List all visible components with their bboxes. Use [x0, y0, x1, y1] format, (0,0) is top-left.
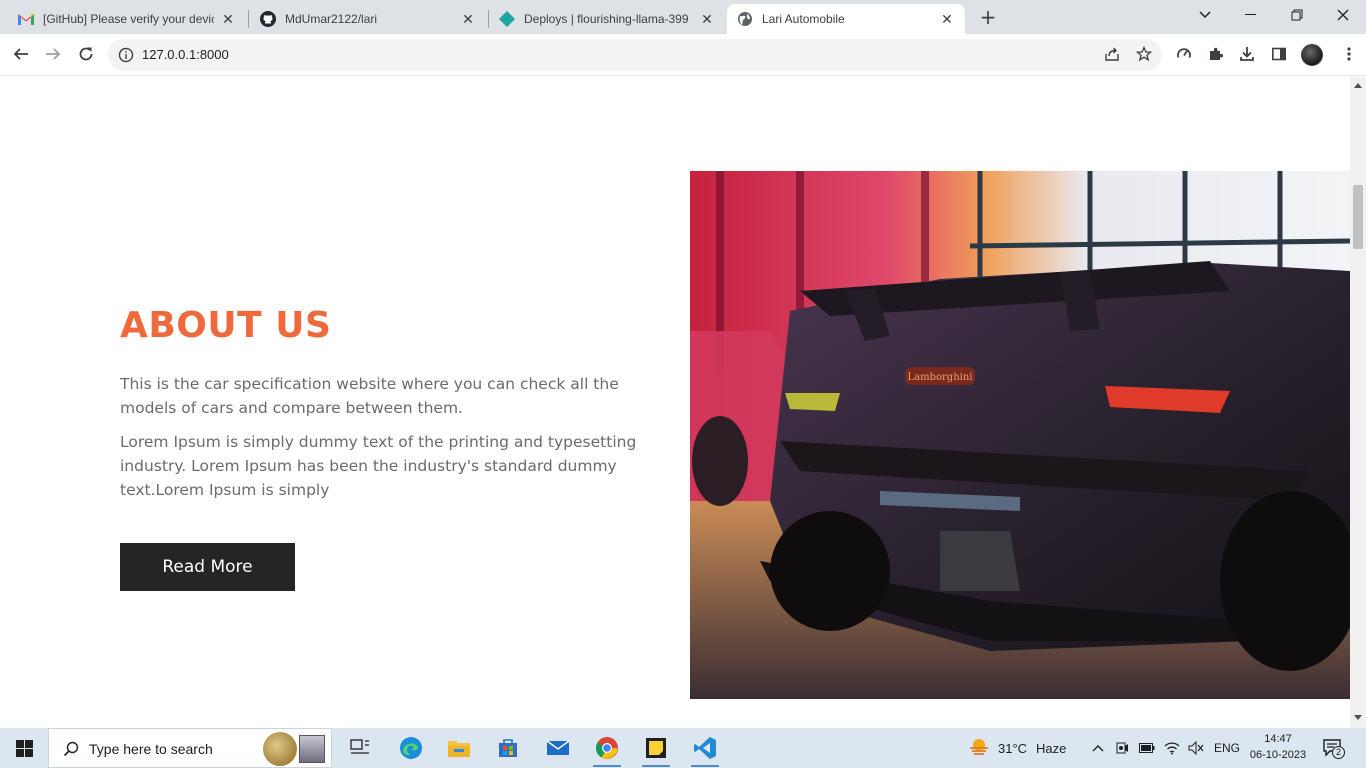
scroll-up-arrow-icon[interactable] [1354, 83, 1362, 88]
profile-avatar[interactable] [1301, 44, 1323, 66]
start-windows-icon[interactable] [0, 728, 48, 768]
notifications-icon: 2 [1322, 738, 1345, 759]
tab-divider [248, 10, 249, 28]
close-window-icon[interactable] [1320, 0, 1366, 30]
scroll-down-arrow-icon[interactable] [1354, 715, 1362, 720]
tab-lari-automobile[interactable]: Lari Automobile ✕ [727, 4, 965, 34]
tab-title: Deploys | flourishing-llama-399 [524, 12, 689, 26]
file-explorer-icon[interactable] [437, 728, 481, 768]
edge-icon[interactable] [389, 728, 433, 768]
globe-icon [737, 11, 753, 27]
about-lorem-text: Lorem Ipsum is simply dummy text of the … [120, 433, 637, 499]
bookmark-star-icon[interactable] [1130, 40, 1158, 68]
volume-muted-icon[interactable] [1188, 741, 1204, 755]
input-language[interactable]: ENG [1214, 741, 1240, 755]
tab-strip: [GitHub] Please verify your devic ✕ MdUm… [0, 0, 1366, 34]
share-icon[interactable] [1098, 40, 1126, 68]
back-arrow-icon[interactable] [7, 40, 35, 68]
clock-time: 14:47 [1264, 733, 1292, 745]
close-tab-icon[interactable]: ✕ [699, 11, 715, 27]
car-photo: Lamborghini [690, 171, 1350, 699]
search-highlight-medal-icon[interactable] [263, 732, 297, 766]
tab-search-icon[interactable] [1182, 0, 1228, 30]
lamborghini-badge: Lamborghini [908, 372, 973, 383]
close-tab-icon[interactable]: ✕ [220, 11, 236, 27]
close-tab-icon[interactable]: ✕ [460, 11, 476, 27]
battery-icon[interactable] [1138, 743, 1156, 753]
scroll-thumb[interactable] [1353, 185, 1363, 249]
search-placeholder: Type here to search [89, 741, 213, 757]
tab-netlify[interactable]: Deploys | flourishing-llama-399 ✕ [489, 4, 725, 34]
meet-now-icon[interactable] [1114, 741, 1130, 755]
more-menu-icon[interactable] [1335, 40, 1363, 68]
new-tab-button[interactable]: + [976, 6, 1000, 30]
side-panel-icon[interactable] [1265, 40, 1293, 68]
about-description: This is the car specification website wh… [120, 375, 619, 417]
url-text: 127.0.0.1:8000 [142, 47, 229, 62]
notification-count-badge: 2 [1332, 746, 1345, 759]
page-scrollbar[interactable] [1350, 77, 1366, 728]
task-view-icon[interactable] [338, 728, 382, 768]
weather-haze-icon [968, 738, 990, 759]
weather-description: Haze [1036, 740, 1067, 756]
forward-arrow-icon[interactable] [39, 40, 67, 68]
netlify-icon [499, 11, 515, 27]
extensions-icon[interactable] [1202, 40, 1230, 68]
site-info-icon[interactable] [118, 47, 134, 63]
screen: [GitHub] Please verify your devic ✕ MdUm… [0, 0, 1366, 768]
system-tray: ENG [1090, 728, 1240, 768]
gmail-icon [18, 11, 34, 27]
weather-temperature: 31°C [998, 740, 1028, 756]
github-icon [260, 11, 276, 27]
read-more-button[interactable]: Read More [120, 543, 295, 591]
reload-icon[interactable] [72, 40, 100, 68]
notification-center[interactable]: 2 [1322, 728, 1345, 768]
mail-icon[interactable] [536, 728, 580, 768]
chevron-up-icon[interactable] [1090, 744, 1106, 752]
windows-taskbar: Type here to search 31°C Haze ENG 14:47 … [0, 728, 1366, 768]
tab-title: MdUmar2122/lari [285, 12, 378, 26]
tab-title: Lari Automobile [762, 12, 845, 26]
tab-github[interactable]: MdUmar2122/lari ✕ [250, 4, 486, 34]
microsoft-store-icon[interactable] [486, 728, 530, 768]
tab-title: [GitHub] Please verify your devic [43, 12, 214, 26]
chrome-icon[interactable] [585, 728, 629, 768]
performance-icon[interactable] [1170, 40, 1198, 68]
tab-gmail[interactable]: [GitHub] Please verify your devic ✕ [8, 4, 246, 34]
browser-toolbar: 127.0.0.1:8000 [0, 34, 1366, 76]
vscode-icon[interactable] [683, 728, 727, 768]
search-highlight-book-icon[interactable] [299, 735, 325, 763]
page-viewport: ABOUT US This is the car specification w… [0, 77, 1350, 728]
minimize-icon[interactable] [1228, 0, 1274, 30]
lamborghini-rear-illustration: Lamborghini [690, 171, 1350, 699]
sticky-notes-icon[interactable] [634, 728, 678, 768]
taskbar-search[interactable]: Type here to search [48, 728, 332, 768]
clock-date: 06-10-2023 [1249, 749, 1307, 761]
about-us-heading: ABOUT US [120, 305, 332, 346]
download-icon[interactable] [1233, 40, 1261, 68]
address-bar[interactable]: 127.0.0.1:8000 [108, 39, 1162, 71]
wifi-icon[interactable] [1164, 741, 1180, 755]
search-icon [63, 741, 79, 761]
close-tab-icon[interactable]: ✕ [939, 11, 955, 27]
restore-icon[interactable] [1274, 0, 1320, 30]
weather-widget[interactable]: 31°C Haze [968, 728, 1066, 768]
clock[interactable]: 14:47 06-10-2023 [1244, 731, 1312, 763]
